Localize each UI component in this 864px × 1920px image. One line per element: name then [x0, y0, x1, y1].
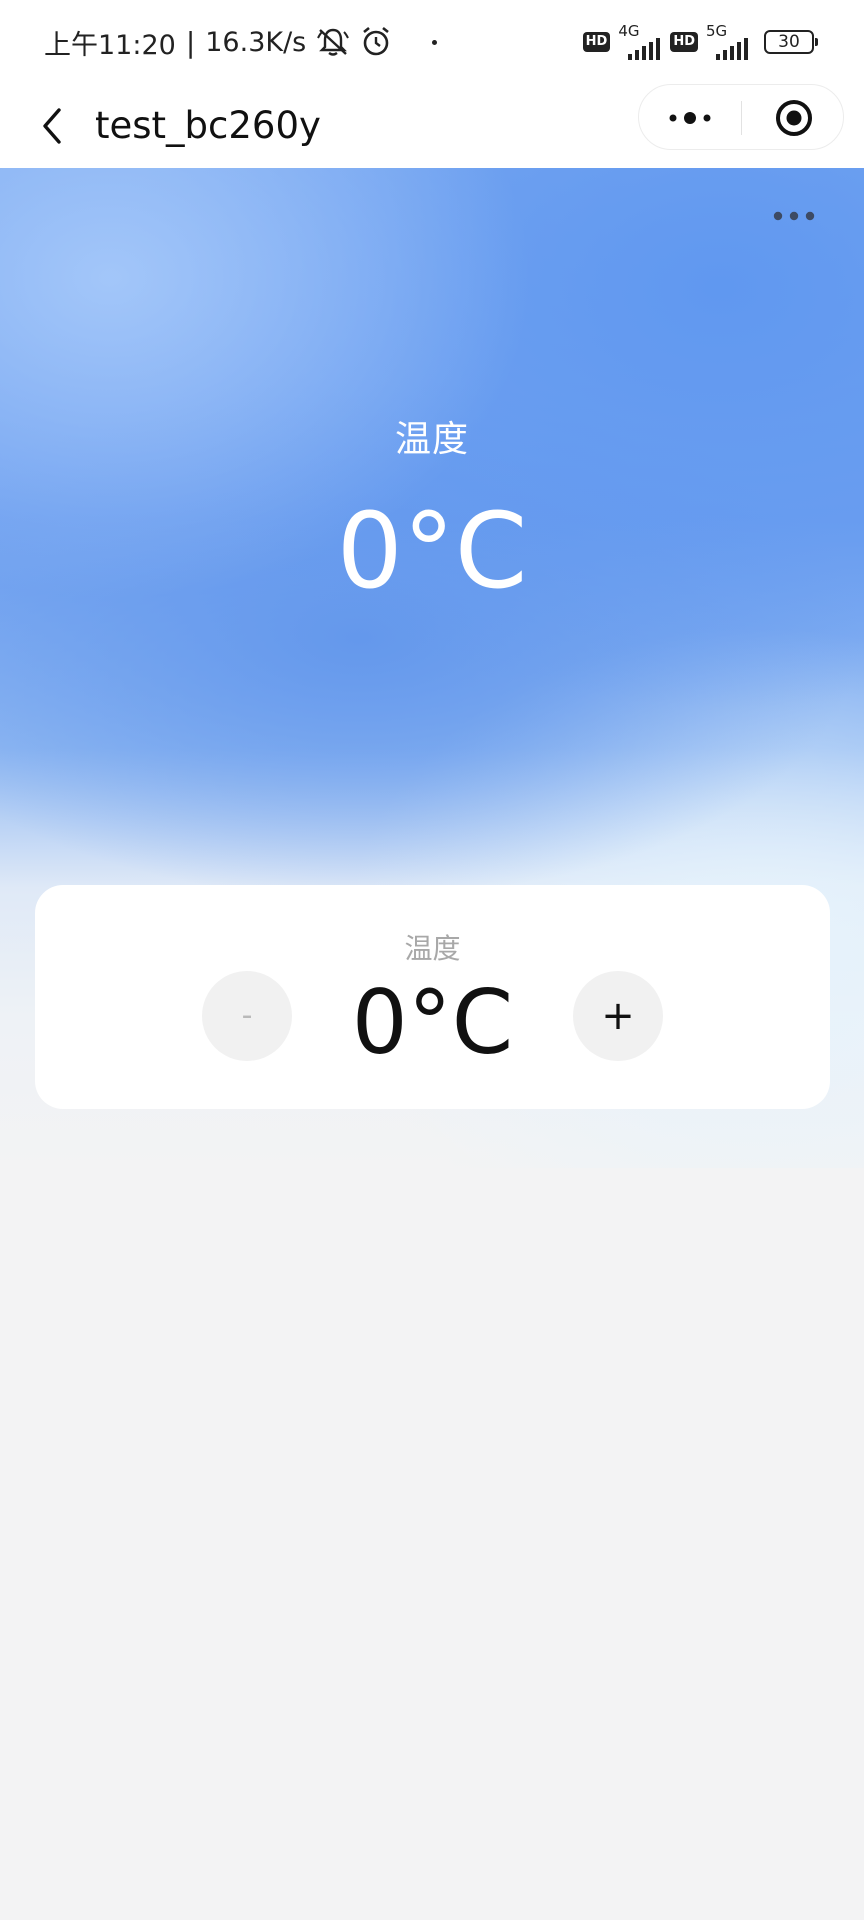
battery-icon: 30: [764, 30, 818, 54]
temperature-control-card: 温度 - 0°C +: [35, 885, 830, 1109]
status-left: 上午11:20 | 16.3K/s: [44, 24, 438, 61]
mute-bell-icon: [316, 26, 350, 58]
dot-icon: [432, 39, 438, 45]
hero-temperature-label: 温度: [394, 419, 469, 460]
hero-more-button[interactable]: [770, 204, 818, 228]
capsule-divider: [741, 101, 742, 135]
status-right: HD 4G HD 5G 30: [582, 22, 818, 62]
capsule-close-button[interactable]: [743, 85, 845, 151]
screen: 上午11:20 | 16.3K/s HD 4G HD 5G 30 test_bc…: [0, 0, 864, 1920]
alarm-icon: [360, 26, 392, 58]
control-temperature-label: 温度: [404, 932, 461, 965]
signal-4g: 4G: [618, 22, 662, 60]
target-circle-icon: [776, 100, 812, 136]
signal-bars-icon: [628, 38, 661, 60]
network-speed: 16.3K/s: [205, 26, 307, 58]
signal-5g: 5G: [706, 22, 750, 60]
signal-bars-icon: [716, 38, 748, 60]
mini-program-capsule: [638, 84, 844, 150]
chevron-left-icon: [43, 108, 61, 144]
nav-bar: test_bc260y: [0, 84, 864, 168]
more-dots-icon: [773, 211, 815, 221]
hd-badge: HD: [670, 32, 698, 52]
battery-level: 30: [778, 32, 800, 52]
page-title: test_bc260y: [95, 104, 321, 147]
increase-button[interactable]: +: [573, 971, 663, 1061]
back-button[interactable]: [28, 102, 76, 150]
status-bar: 上午11:20 | 16.3K/s HD 4G HD 5G 30: [0, 0, 864, 84]
status-separator: |: [185, 25, 196, 59]
more-dots-icon: [669, 112, 711, 124]
hd-badge: HD: [582, 32, 611, 52]
status-time: 上午11:20: [44, 29, 176, 61]
capsule-more-button[interactable]: [639, 85, 741, 151]
hero-temperature-value: 0°C: [336, 490, 528, 612]
control-temperature-value: 0°C: [351, 971, 514, 1074]
